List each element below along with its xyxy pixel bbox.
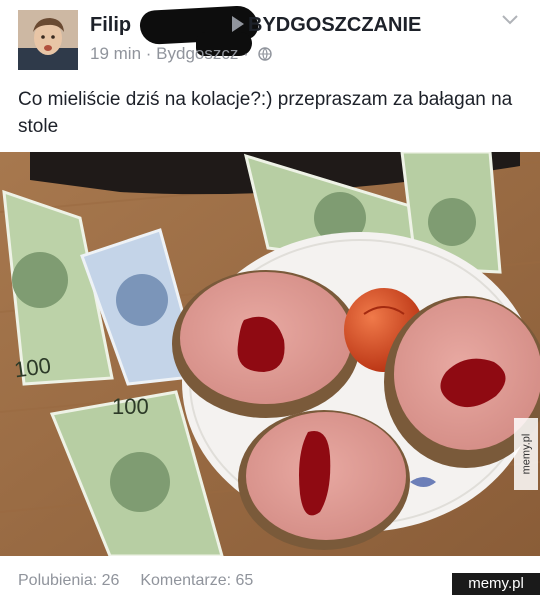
likes-count[interactable]: Polubienia: 26 (18, 572, 119, 589)
svg-text:100: 100 (112, 394, 149, 419)
avatar[interactable] (18, 10, 78, 70)
post-stats: Polubienia: 26 Komentarze: 65 (18, 572, 253, 590)
food-photo: 100 100 (0, 152, 540, 556)
watermark-text: memy.pl (520, 433, 532, 475)
post-location[interactable]: Bydgoszcz (156, 44, 238, 63)
author-name[interactable]: Filip (90, 14, 131, 37)
chevron-down-icon[interactable] (498, 10, 522, 30)
site-badge[interactable]: memy.pl (452, 573, 540, 595)
sandwich (172, 270, 360, 418)
sandwich (238, 410, 410, 550)
post-time[interactable]: 19 min (90, 44, 141, 63)
meta-separator: · (145, 44, 157, 63)
post-meta: 19 min · Bydgoszcz · (90, 44, 272, 64)
avatar-image (18, 10, 78, 70)
post-text: Co mieliście dziś na kolacje?:) przepras… (18, 89, 513, 137)
comments-count[interactable]: Komentarze: 65 (140, 572, 253, 589)
group-name[interactable]: BYDGOSZCZANIE (248, 14, 421, 37)
post-photo[interactable]: 100 100 memy.pl (0, 152, 540, 556)
facebook-post: Filip BYDGOSZCZANIE 19 min · Bydgoszcz ·… (0, 0, 540, 595)
globe-icon (257, 47, 272, 61)
meta-separator: · (243, 44, 249, 63)
arrow-right-icon (232, 16, 244, 32)
photo-watermark: memy.pl (514, 418, 538, 490)
svg-text:100: 100 (13, 353, 53, 383)
